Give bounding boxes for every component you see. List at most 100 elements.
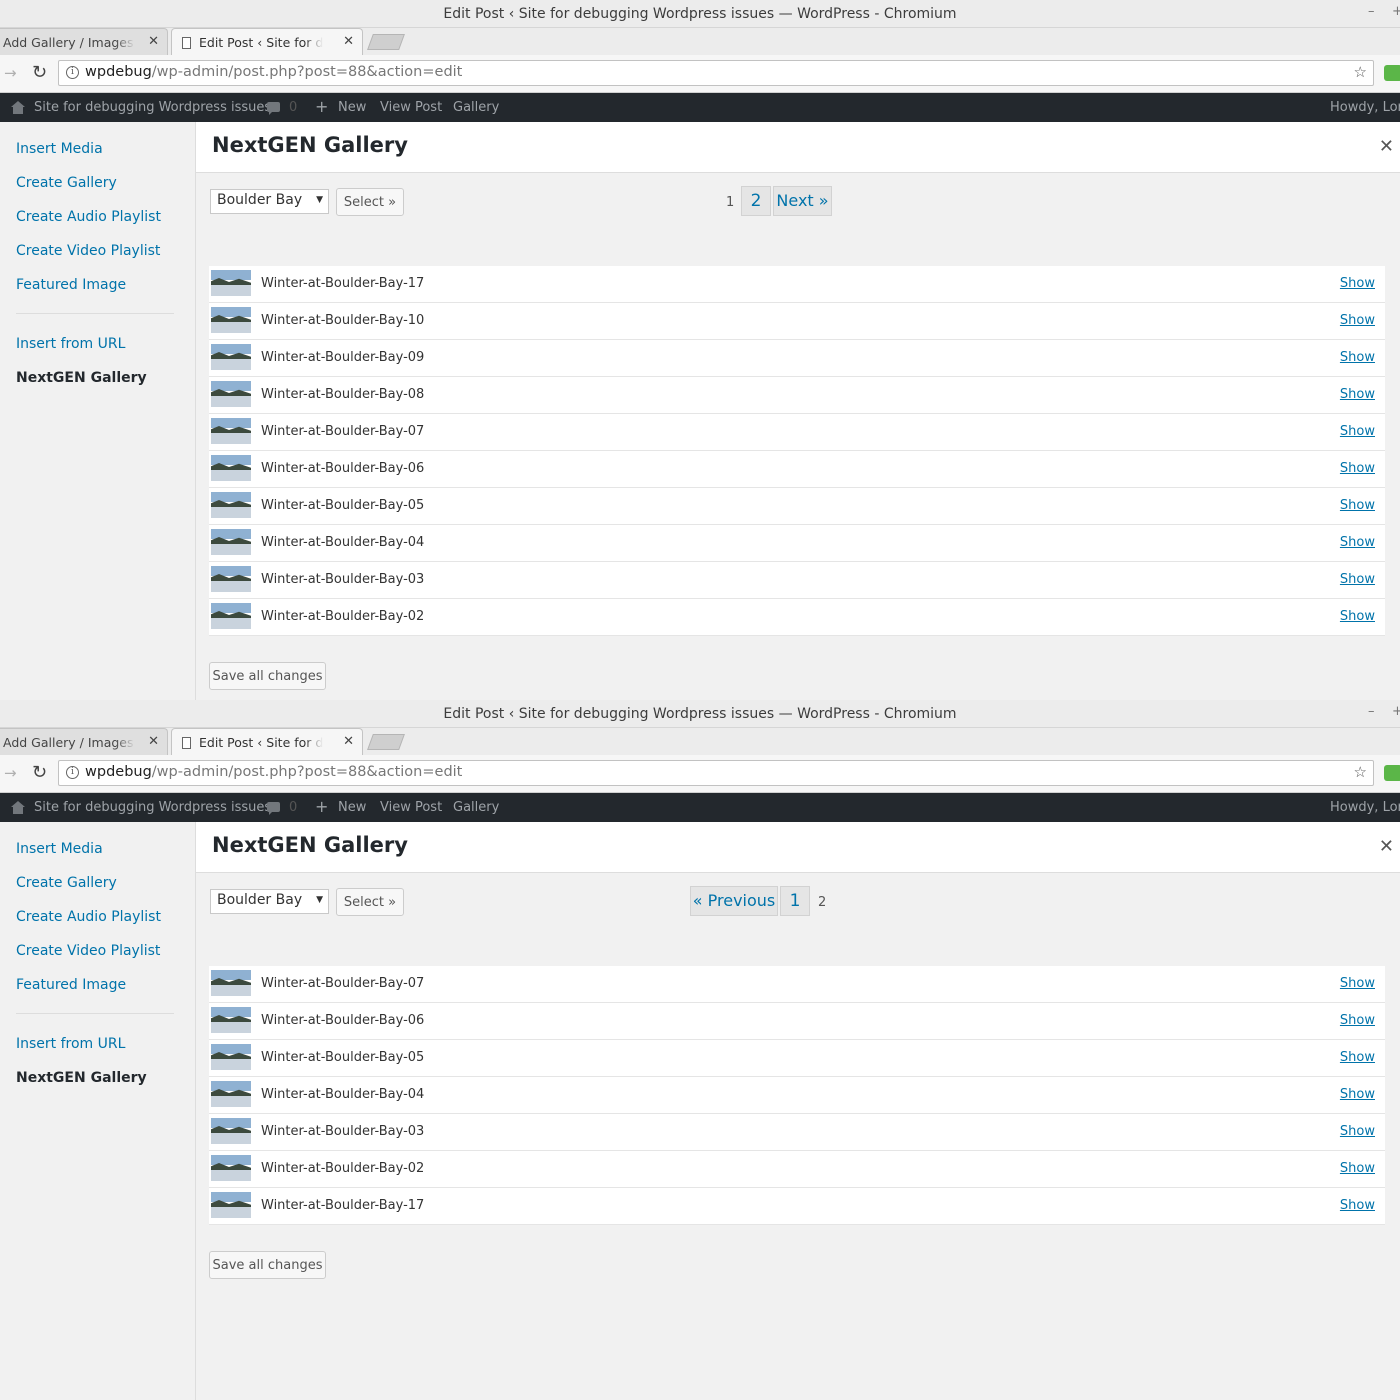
image-thumbnail[interactable] (211, 418, 251, 444)
extension-icon[interactable] (1384, 765, 1400, 781)
home-icon[interactable] (11, 801, 25, 814)
show-details-link[interactable]: Show (1340, 313, 1375, 328)
close-tab-icon[interactable]: ✕ (148, 734, 159, 749)
show-details-link[interactable]: Show (1340, 609, 1375, 624)
image-thumbnail[interactable] (211, 970, 251, 996)
close-tab-icon[interactable]: ✕ (343, 734, 354, 749)
sidebar-item-create-audio-playlist[interactable]: Create Audio Playlist (16, 909, 161, 925)
new-tab-button[interactable] (367, 734, 405, 750)
sidebar-item-create-video-playlist[interactable]: Create Video Playlist (16, 243, 160, 259)
forward-arrow-icon[interactable]: → (4, 764, 17, 782)
show-details-link[interactable]: Show (1340, 498, 1375, 513)
admin-bar-howdy[interactable]: Howdy, Lore (1330, 800, 1400, 815)
sidebar-item-featured-image[interactable]: Featured Image (16, 277, 126, 293)
url-text[interactable]: wpdebug/wp-admin/post.php?post=88&action… (85, 764, 462, 780)
comments-icon[interactable] (267, 102, 280, 115)
show-details-link[interactable]: Show (1340, 976, 1375, 991)
close-tab-icon[interactable]: ✕ (343, 34, 354, 49)
home-icon[interactable] (11, 101, 25, 114)
comment-count[interactable]: 0 (289, 800, 297, 815)
extension-icon[interactable] (1384, 65, 1400, 81)
admin-bar-howdy[interactable]: Howdy, Lore (1330, 100, 1400, 115)
gallery-select[interactable]: Boulder Bay ▼ (210, 889, 329, 914)
url-text[interactable]: wpdebug/wp-admin/post.php?post=88&action… (85, 64, 462, 80)
bookmark-star-icon[interactable]: ☆ (1354, 63, 1367, 81)
sidebar-item-insert-from-url[interactable]: Insert from URL (16, 336, 125, 352)
show-details-link[interactable]: Show (1340, 1013, 1375, 1028)
show-details-link[interactable]: Show (1340, 1198, 1375, 1213)
address-bar[interactable]: i wpdebug/wp-admin/post.php?post=88&acti… (58, 60, 1374, 86)
close-icon[interactable]: ✕ (1379, 136, 1394, 157)
select-gallery-button[interactable]: Select » (336, 888, 404, 916)
plus-icon[interactable]: + (315, 97, 328, 116)
sidebar-item-featured-image[interactable]: Featured Image (16, 977, 126, 993)
close-tab-icon[interactable]: ✕ (148, 34, 159, 49)
image-thumbnail[interactable] (211, 1155, 251, 1181)
image-thumbnail[interactable] (211, 1007, 251, 1033)
reload-icon[interactable]: ↻ (32, 762, 47, 783)
image-thumbnail[interactable] (211, 529, 251, 555)
page-link-2[interactable]: 2 (741, 186, 771, 216)
image-thumbnail[interactable] (211, 1081, 251, 1107)
show-details-link[interactable]: Show (1340, 535, 1375, 550)
minimize-icon[interactable]: – (1368, 4, 1375, 19)
admin-bar-new[interactable]: New (338, 800, 366, 815)
sidebar-item-insert-media[interactable]: Insert Media (16, 841, 103, 857)
image-thumbnail[interactable] (211, 566, 251, 592)
plus-icon[interactable]: + (315, 797, 328, 816)
save-all-changes-button[interactable]: Save all changes (209, 1251, 326, 1279)
image-thumbnail[interactable] (211, 1118, 251, 1144)
admin-bar-site-name[interactable]: Site for debugging Wordpress issues (34, 800, 271, 815)
sidebar-item-insert-from-url[interactable]: Insert from URL (16, 1036, 125, 1052)
show-details-link[interactable]: Show (1340, 1087, 1375, 1102)
show-details-link[interactable]: Show (1340, 387, 1375, 402)
image-thumbnail[interactable] (211, 455, 251, 481)
show-details-link[interactable]: Show (1340, 1124, 1375, 1139)
image-thumbnail[interactable] (211, 344, 251, 370)
page-next-link[interactable]: Next » (773, 186, 832, 216)
page-previous-link[interactable]: « Previous (690, 886, 778, 916)
tab-add-gallery[interactable]: Add Gallery / Images ‹ S ✕ (0, 728, 168, 755)
show-details-link[interactable]: Show (1340, 572, 1375, 587)
show-details-link[interactable]: Show (1340, 1050, 1375, 1065)
sidebar-item-nextgen-gallery[interactable]: NextGEN Gallery (16, 1070, 147, 1086)
sidebar-item-create-video-playlist[interactable]: Create Video Playlist (16, 943, 160, 959)
close-icon[interactable]: ✕ (1379, 836, 1394, 857)
forward-arrow-icon[interactable]: → (4, 64, 17, 82)
comment-count[interactable]: 0 (289, 100, 297, 115)
show-details-link[interactable]: Show (1340, 424, 1375, 439)
image-thumbnail[interactable] (211, 492, 251, 518)
admin-bar-new[interactable]: New (338, 100, 366, 115)
admin-bar-gallery[interactable]: Gallery (453, 100, 499, 115)
show-details-link[interactable]: Show (1340, 276, 1375, 291)
tab-edit-post[interactable]: Edit Post ‹ Site for debug ✕ (171, 728, 363, 755)
new-tab-button[interactable] (367, 34, 405, 50)
image-thumbnail[interactable] (211, 1192, 251, 1218)
image-thumbnail[interactable] (211, 603, 251, 629)
tab-add-gallery[interactable]: Add Gallery / Images ‹ S ✕ (0, 28, 168, 55)
gallery-select[interactable]: Boulder Bay ▼ (210, 189, 329, 214)
sidebar-item-insert-media[interactable]: Insert Media (16, 141, 103, 157)
sidebar-item-create-audio-playlist[interactable]: Create Audio Playlist (16, 209, 161, 225)
reload-icon[interactable]: ↻ (32, 62, 47, 83)
show-details-link[interactable]: Show (1340, 350, 1375, 365)
sidebar-item-create-gallery[interactable]: Create Gallery (16, 175, 117, 191)
show-details-link[interactable]: Show (1340, 461, 1375, 476)
admin-bar-view-post[interactable]: View Post (380, 100, 442, 115)
image-thumbnail[interactable] (211, 270, 251, 296)
admin-bar-view-post[interactable]: View Post (380, 800, 442, 815)
image-thumbnail[interactable] (211, 307, 251, 333)
maximize-icon[interactable]: + (1392, 704, 1400, 719)
admin-bar-gallery[interactable]: Gallery (453, 800, 499, 815)
minimize-icon[interactable]: – (1368, 704, 1375, 719)
select-gallery-button[interactable]: Select » (336, 188, 404, 216)
comments-icon[interactable] (267, 802, 280, 815)
image-thumbnail[interactable] (211, 381, 251, 407)
bookmark-star-icon[interactable]: ☆ (1354, 763, 1367, 781)
info-icon[interactable]: i (66, 66, 79, 79)
address-bar[interactable]: i wpdebug/wp-admin/post.php?post=88&acti… (58, 760, 1374, 786)
sidebar-item-nextgen-gallery[interactable]: NextGEN Gallery (16, 370, 147, 386)
tab-edit-post[interactable]: Edit Post ‹ Site for debug ✕ (171, 28, 363, 55)
sidebar-item-create-gallery[interactable]: Create Gallery (16, 875, 117, 891)
image-thumbnail[interactable] (211, 1044, 251, 1070)
